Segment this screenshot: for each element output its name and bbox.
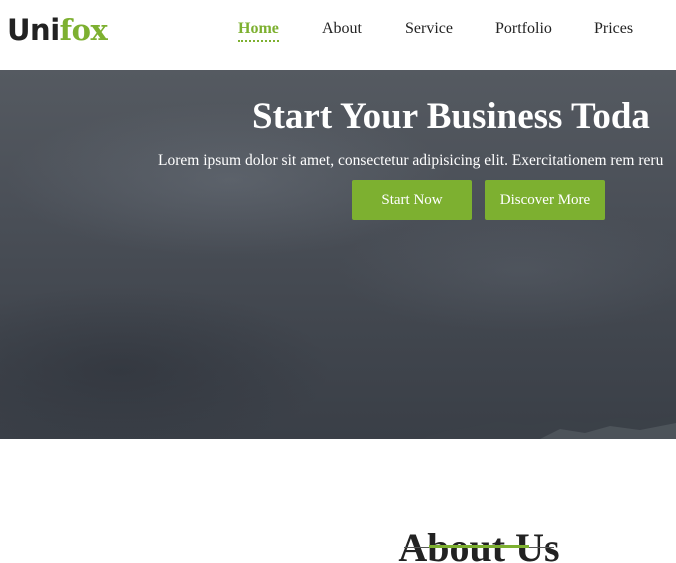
logo[interactable]: Unifox [7, 12, 108, 48]
nav-item-about[interactable]: About [322, 19, 362, 39]
nav-item-portfolio[interactable]: Portfolio [495, 19, 552, 39]
logo-text-primary: Uni [7, 13, 60, 47]
nav-item-service[interactable]: Service [405, 19, 453, 39]
discover-more-button[interactable]: Discover More [485, 180, 605, 220]
about-title-accent-bar [429, 545, 529, 548]
about-section-title: About Us [398, 525, 560, 563]
nav-item-home[interactable]: Home [238, 19, 279, 42]
navbar: Unifox Home About Service Portfolio Pric… [0, 0, 676, 70]
start-now-button[interactable]: Start Now [352, 180, 472, 220]
hero-title: Start Your Business Toda [252, 95, 650, 137]
hero-subtitle: Lorem ipsum dolor sit amet, consectetur … [158, 151, 664, 169]
logo-text-accent: fox [59, 13, 108, 47]
hero-mountain-ridge [0, 415, 676, 439]
page: Unifox Home About Service Portfolio Pric… [0, 0, 676, 563]
hero-banner: Start Your Business Toda Lorem ipsum dol… [0, 70, 676, 439]
nav-item-prices[interactable]: Prices [594, 19, 633, 39]
